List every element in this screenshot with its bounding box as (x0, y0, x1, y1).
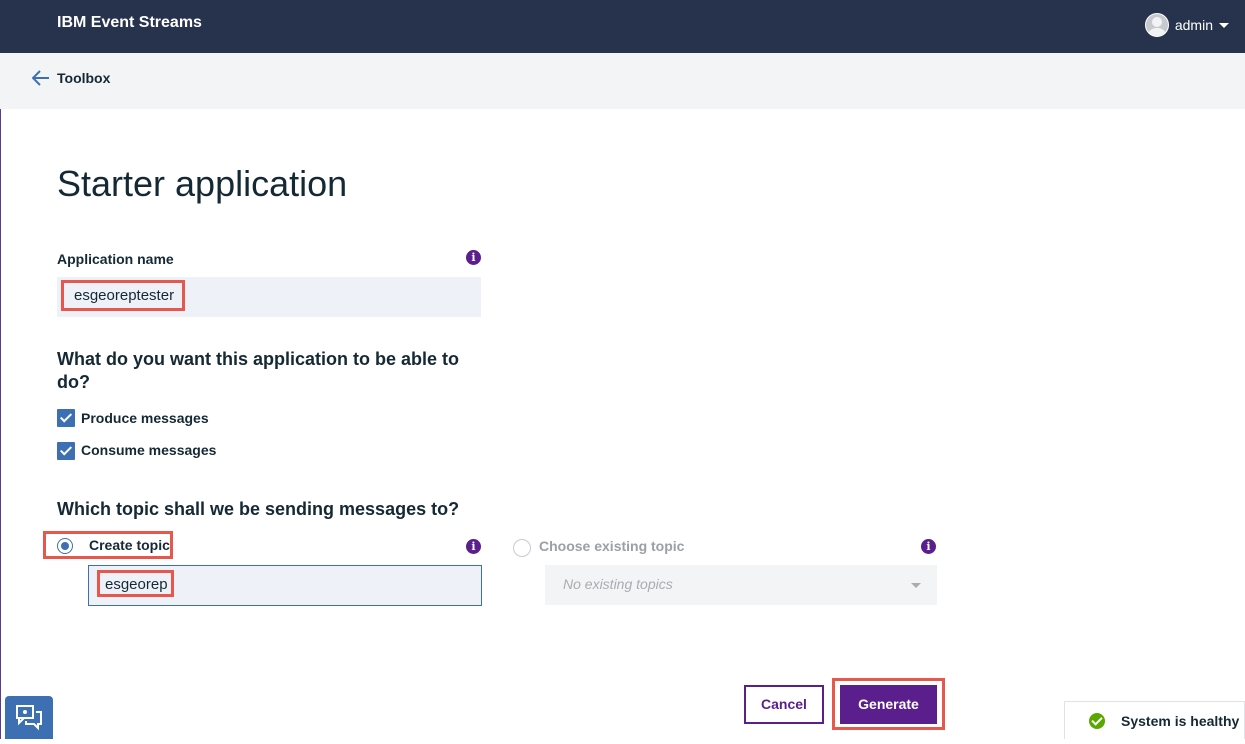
existing-topic-select[interactable]: No existing topics (545, 565, 937, 605)
application-name-label: Application name (57, 251, 174, 267)
info-icon[interactable]: i (466, 250, 481, 265)
choose-existing-topic-label[interactable]: Choose existing topic (539, 538, 684, 554)
user-name: admin (1174, 17, 1213, 33)
chevron-down-icon (1219, 22, 1229, 28)
system-health-text: System is healthy (1121, 712, 1240, 729)
arrow-left-icon (32, 70, 49, 86)
back-to-toolbox-link[interactable]: Toolbox (32, 70, 110, 86)
info-icon[interactable]: i (921, 539, 936, 554)
chat-icon (16, 705, 42, 731)
check-circle-icon (1089, 712, 1105, 729)
highlight-box-app-name (61, 280, 185, 311)
top-navigation-bar: IBM Event Streams admin (0, 0, 1245, 53)
app-brand[interactable]: IBM Event Streams (57, 14, 202, 32)
produce-messages-label[interactable]: Produce messages (81, 410, 209, 426)
existing-topic-placeholder: No existing topics (563, 576, 673, 592)
info-icon[interactable]: i (466, 539, 481, 554)
cancel-button[interactable]: Cancel (744, 685, 824, 724)
breadcrumb-bar: Toolbox (0, 53, 1245, 109)
left-edge-border (0, 53, 1, 739)
chevron-down-icon (911, 583, 921, 588)
topic-question: Which topic shall we be sending messages… (57, 499, 460, 519)
system-health-status[interactable]: System is healthy (1064, 701, 1245, 739)
capabilities-question: What do you want this application to be … (57, 349, 460, 392)
highlight-box-generate (832, 678, 945, 730)
highlight-box-create-topic (43, 531, 173, 559)
user-menu[interactable]: admin (1144, 13, 1229, 37)
user-avatar-icon (1144, 13, 1169, 37)
consume-messages-label[interactable]: Consume messages (81, 442, 216, 458)
highlight-box-topic-name (97, 570, 174, 597)
page-title: Starter application (57, 163, 348, 204)
choose-existing-topic-radio[interactable] (513, 539, 531, 557)
produce-messages-checkbox[interactable] (57, 409, 75, 427)
consume-messages-checkbox[interactable] (57, 442, 75, 460)
back-label: Toolbox (57, 70, 111, 86)
chat-button[interactable] (5, 696, 53, 739)
